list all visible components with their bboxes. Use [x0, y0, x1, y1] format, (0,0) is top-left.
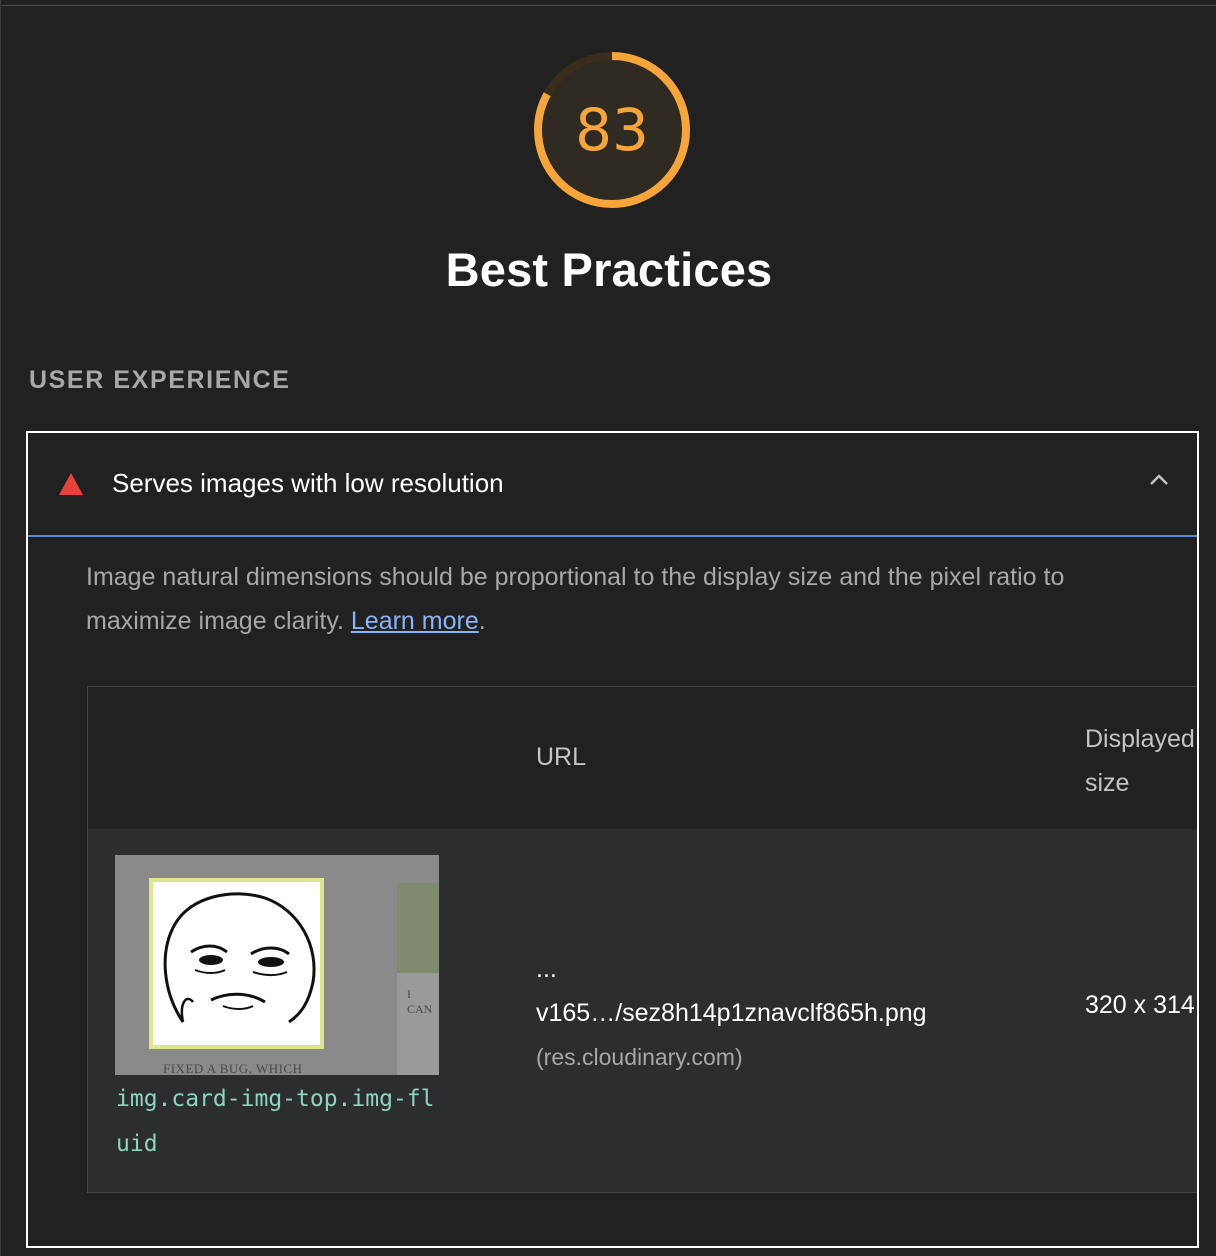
thumbnail-side-text: I CAN [407, 987, 433, 1016]
audit-description-text: Image natural dimensions should be propo… [86, 563, 1065, 635]
learn-more-link[interactable]: Learn more [351, 607, 479, 635]
top-divider [1, 5, 1216, 6]
url-host: (res.cloudinary.com) [536, 1044, 743, 1070]
audit-description: Image natural dimensions should be propo… [86, 555, 1176, 643]
thumbnail-caption: FIXED A BUG, WHICH [163, 1061, 303, 1075]
meme-face-icon [163, 892, 316, 1024]
score-value: 83 [575, 96, 649, 164]
category-title: Best Practices [445, 243, 773, 296]
details-table: URL Displayed size I CAN FIXED A BUG, WH… [87, 686, 1197, 1193]
audit-header[interactable]: Serves images with low resolution [28, 433, 1197, 537]
image-thumbnail: I CAN FIXED A BUG, WHICH [115, 855, 439, 1075]
table-row: I CAN FIXED A BUG, WHICH img.card-img-to… [88, 829, 1197, 1192]
node-selector[interactable]: img.card-img-top.img-fluid [116, 1077, 436, 1167]
url-cell[interactable]: ... v165…/sez8h14p1znavclf865h.png (res.… [536, 947, 1036, 1079]
column-header-url: URL [536, 743, 587, 771]
audit-panel: Serves images with low resolution Image … [26, 431, 1199, 1248]
column-header-displayed-size: Displayed size [1085, 725, 1195, 797]
score-gauge[interactable]: 83 [532, 50, 692, 210]
thumbnail-side-image [397, 883, 439, 973]
table-header: URL Displayed size [88, 687, 1197, 829]
group-title: USER EXPERIENCE [29, 366, 291, 394]
report-page: 83 Best Practices USER EXPERIENCE Serves… [0, 0, 1216, 1256]
url-ellipsis: ... [536, 955, 557, 983]
url-path: v165…/sez8h14p1znavclf865h.png [536, 999, 927, 1027]
thumbnail-card [149, 878, 324, 1049]
chevron-up-icon[interactable] [1149, 473, 1169, 487]
description-period: . [478, 607, 486, 635]
displayed-size-cell: 320 x 314 [1085, 991, 1195, 1019]
audit-title: Serves images with low resolution [112, 468, 504, 498]
selector-text: img.card-img-top.img-fluid [116, 1086, 435, 1157]
fail-triangle-icon [59, 473, 83, 495]
